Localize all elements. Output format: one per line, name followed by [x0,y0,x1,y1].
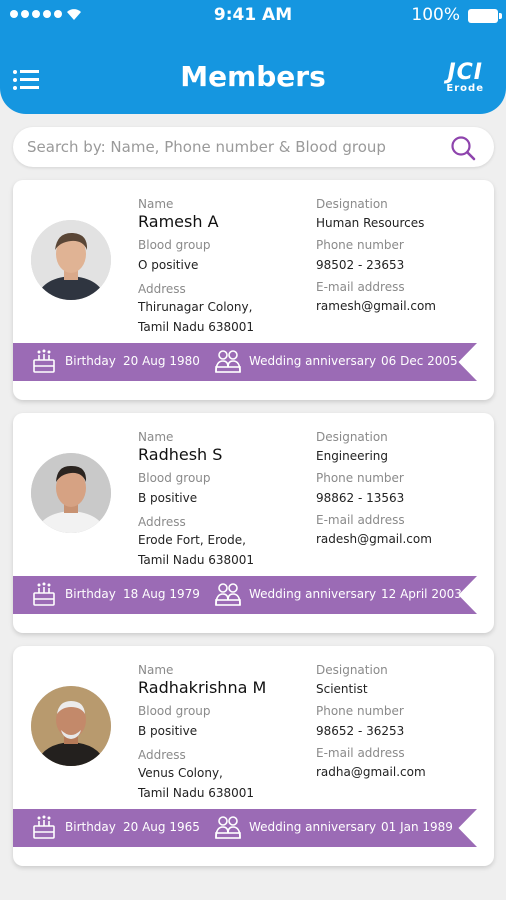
wedding-label: Wedding anniversary [249,354,377,368]
address-line-1: Thirunagar Colony, [138,300,253,314]
address-line-2: Tamil Nadu 638001 [138,553,255,567]
couple-icon [215,816,241,839]
cake-icon [33,582,55,606]
phone-label: Phone number [316,238,404,252]
designation-value: Scientist [316,682,368,696]
couple-icon [215,350,241,373]
member-card[interactable]: Name Radhesh S Blood group B positive Ad… [13,413,494,633]
wedding-value: 12 April 2003 [381,587,462,601]
search-input[interactable] [27,127,447,167]
blood-group-label: Blood group [138,704,211,718]
battery-icon [468,9,502,23]
email-value[interactable]: radha@gmail.com [316,765,426,779]
dates-ribbon: Birthday 18 Aug 1979 Wedding anniversary… [13,576,477,614]
app-header: 9:41 AM 100% Members JCI Erode [0,0,506,114]
avatar [31,453,111,533]
designation-label: Designation [316,430,388,444]
address-label: Address [138,515,186,529]
name-label: Name [138,430,174,444]
wedding-value: 01 Jan 1989 [381,820,453,834]
cake-icon [33,815,55,839]
couple-icon [215,583,241,606]
phone-value[interactable]: 98652 - 36253 [316,724,404,738]
avatar [31,220,111,300]
birthday-label: Birthday [65,354,116,368]
member-name: Ramesh A [138,212,219,231]
member-card[interactable]: Name Ramesh A Blood group O positive Add… [13,180,494,400]
address-line-1: Venus Colony, [138,766,223,780]
dates-ribbon: Birthday 20 Aug 1980 Wedding anniversary… [13,343,477,381]
address-line-1: Erode Fort, Erode, [138,533,246,547]
dates-ribbon: Birthday 20 Aug 1965 Wedding anniversary… [13,809,477,847]
email-label: E-mail address [316,513,405,527]
status-bar: 9:41 AM 100% [0,0,506,32]
designation-label: Designation [316,197,388,211]
designation-value: Human Resources [316,216,425,230]
birthday-label: Birthday [65,820,116,834]
wedding-value: 06 Dec 2005 [381,354,458,368]
phone-value[interactable]: 98502 - 23653 [316,258,404,272]
blood-group-value: B positive [138,491,198,505]
wedding-label: Wedding anniversary [249,587,377,601]
birthday-value: 20 Aug 1965 [123,820,200,834]
search-icon[interactable] [450,135,476,161]
address-label: Address [138,748,186,762]
wedding-label: Wedding anniversary [249,820,377,834]
birthday-value: 18 Aug 1979 [123,587,200,601]
blood-group-value: B positive [138,724,198,738]
address-label: Address [138,282,186,296]
name-label: Name [138,663,174,677]
designation-label: Designation [316,663,388,677]
phone-value[interactable]: 98862 - 13563 [316,491,404,505]
member-name: Radhesh S [138,445,223,464]
avatar [31,686,111,766]
email-label: E-mail address [316,746,405,760]
logo-text: JCI [447,60,483,85]
search-bar [13,127,494,167]
battery-percent: 100% [411,5,460,25]
logo-subtext: Erode [446,83,484,94]
jci-logo: JCI Erode [446,62,484,94]
blood-group-value: O positive [138,258,199,272]
address-line-2: Tamil Nadu 638001 [138,786,255,800]
birthday-value: 20 Aug 1980 [123,354,200,368]
cake-icon [33,349,55,373]
address-line-2: Tamil Nadu 638001 [138,320,255,334]
phone-label: Phone number [316,471,404,485]
page-title: Members [180,60,326,93]
email-label: E-mail address [316,280,405,294]
designation-value: Engineering [316,449,388,463]
email-value[interactable]: radesh@gmail.com [316,532,432,546]
member-name: Radhakrishna M [138,678,267,697]
name-label: Name [138,197,174,211]
email-value[interactable]: ramesh@gmail.com [316,299,436,313]
phone-label: Phone number [316,704,404,718]
blood-group-label: Blood group [138,238,211,252]
member-card[interactable]: Name Radhakrishna M Blood group B positi… [13,646,494,866]
blood-group-label: Blood group [138,471,211,485]
birthday-label: Birthday [65,587,116,601]
